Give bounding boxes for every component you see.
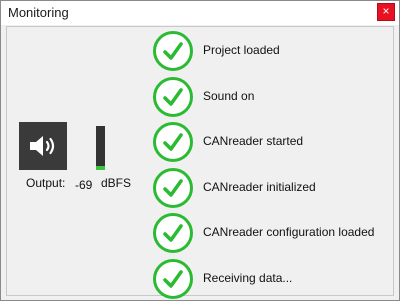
output-level-meter-fill	[96, 166, 105, 170]
status-label: Project loaded	[203, 43, 280, 57]
monitoring-panel: Output: -69 dBFS Project loaded Sound on C…	[6, 26, 394, 299]
output-level-unit: dBFS	[101, 176, 132, 190]
check-circle-icon	[153, 31, 193, 71]
window-title: Monitoring	[8, 5, 69, 20]
status-label: CANreader started	[203, 134, 304, 148]
checkmark-icon	[163, 270, 183, 288]
status-label: CANreader configuration loaded	[203, 225, 375, 239]
speaker-toggle-button[interactable]	[19, 122, 67, 170]
checkmark-icon	[163, 179, 183, 197]
status-label: CANreader initialized	[203, 180, 316, 194]
status-item: Sound on	[153, 77, 393, 117]
check-circle-icon	[153, 77, 193, 117]
checkmark-icon	[163, 224, 183, 242]
output-label: Output:	[26, 176, 66, 190]
check-circle-icon	[153, 122, 193, 162]
status-label: Sound on	[203, 89, 255, 103]
speaker-icon	[30, 136, 55, 156]
check-circle-icon	[153, 213, 193, 253]
status-item: CANreader initialized	[153, 168, 393, 208]
checkmark-icon	[163, 88, 183, 106]
status-item: CANreader started	[153, 122, 393, 162]
monitoring-window: Monitoring × Output: -69 dBFS Project lo…	[0, 0, 400, 301]
title-bar: Monitoring ×	[1, 1, 399, 25]
status-item: Receiving data...	[153, 259, 393, 299]
status-item: CANreader configuration loaded	[153, 213, 393, 253]
checkmark-icon	[163, 133, 183, 151]
check-circle-icon	[153, 168, 193, 208]
close-button[interactable]: ×	[377, 3, 395, 21]
status-label: Receiving data...	[203, 271, 293, 285]
check-circle-icon	[153, 259, 193, 299]
checkmark-icon	[163, 42, 183, 60]
output-level-value: -69	[75, 178, 93, 192]
status-item: Project loaded	[153, 31, 393, 71]
output-level-meter	[96, 126, 105, 170]
